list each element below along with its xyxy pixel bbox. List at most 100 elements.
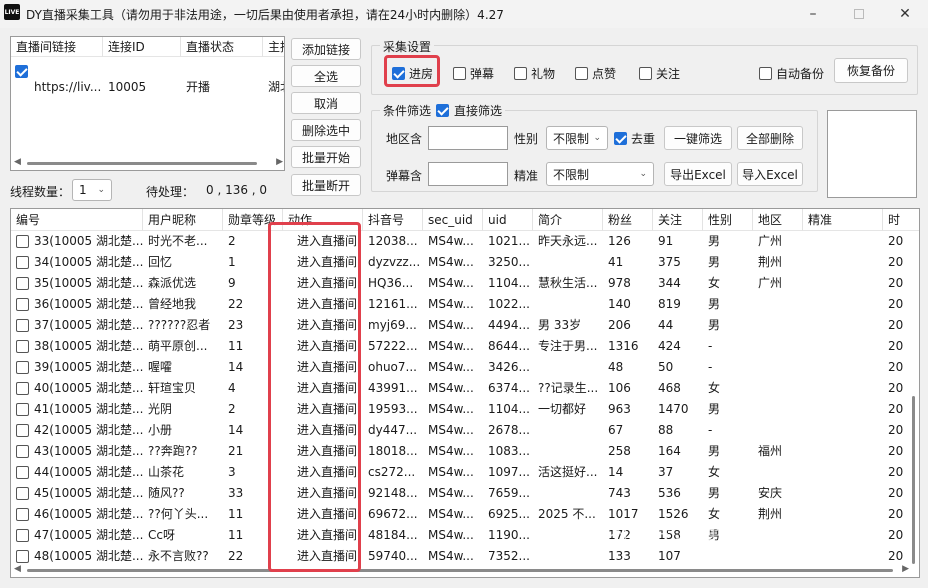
row-checkbox[interactable]: [16, 550, 29, 563]
col-header-link[interactable]: 直播间链接: [11, 37, 103, 57]
option-gift[interactable]: 礼物: [514, 65, 555, 82]
row-checkbox[interactable]: [16, 256, 29, 269]
restore-backup-button[interactable]: 恢复备份: [834, 58, 908, 83]
col-header-following[interactable]: 关注: [653, 209, 703, 231]
cell-fans: 206: [608, 318, 631, 332]
close-icon: ✕: [899, 6, 911, 22]
dedup-option[interactable]: 去重: [614, 130, 655, 147]
col-header-time[interactable]: 时: [883, 209, 919, 231]
gender-value: 不限制: [553, 131, 590, 146]
col-header-region[interactable]: 地区: [753, 209, 803, 231]
auto-backup-option[interactable]: 自动备份: [759, 65, 824, 82]
table-row[interactable]: 36(10005 湖北楚... 曾经地我 22 进入直播间 12161... MS4w..…: [11, 294, 919, 315]
table-row[interactable]: 43(10005 湖北楚... ??奔跑?? 21 进入直播间 18018... MS4w…: [11, 441, 919, 462]
cell-region: 荆州: [758, 255, 783, 269]
row-checkbox[interactable]: [16, 319, 29, 332]
cell-fans: 743: [608, 486, 631, 500]
row-checkbox[interactable]: [16, 298, 29, 311]
delete-all-button[interactable]: 全部删除: [737, 126, 803, 150]
delete-selected-button[interactable]: 删除选中: [291, 119, 361, 141]
row-checkbox[interactable]: [16, 424, 29, 437]
live-room-list[interactable]: 直播间链接 连接ID 直播状态 主播 https://liv... 10005 …: [10, 36, 285, 171]
collect-settings-title: 采集设置: [380, 38, 435, 55]
minimize-button[interactable]: –: [790, 0, 836, 28]
export-excel-button[interactable]: 导出Excel: [664, 162, 732, 186]
row-checkbox[interactable]: [16, 361, 29, 374]
h-scroll-thumb[interactable]: [27, 569, 893, 572]
col-header-douyin-id[interactable]: 抖音号: [363, 209, 423, 231]
v-scroll-thumb[interactable]: [912, 396, 915, 564]
dedup-label: 去重: [631, 132, 656, 146]
row-checkbox[interactable]: [16, 382, 29, 395]
row-checkbox[interactable]: [16, 529, 29, 542]
row-checkbox[interactable]: [16, 466, 29, 479]
cancel-button[interactable]: 取消: [291, 92, 361, 114]
col-header-nickname[interactable]: 用户昵称: [143, 209, 223, 231]
col-header-conn-id[interactable]: 连接ID: [103, 37, 181, 57]
cell-following: 468: [658, 381, 681, 395]
col-header-uid[interactable]: uid: [483, 209, 533, 231]
dedup-checkbox[interactable]: [614, 132, 627, 145]
row-checkbox[interactable]: [16, 445, 29, 458]
col-header-sec-uid[interactable]: sec_uid: [423, 209, 483, 231]
import-excel-button[interactable]: 导入Excel: [737, 162, 803, 186]
cell-uid: 1190...: [488, 528, 530, 542]
col-header-id[interactable]: 编号: [11, 209, 143, 231]
col-header-precise[interactable]: 精准: [803, 209, 883, 231]
table-row[interactable]: 37(10005 湖北楚... ??????忍者 23 进入直播间 myj69... MS…: [11, 315, 919, 336]
row-checkbox[interactable]: [15, 65, 28, 78]
danmu-checkbox[interactable]: [453, 67, 466, 80]
cell-sec-uid: MS4w...: [428, 297, 474, 311]
one-click-filter-button[interactable]: 一键筛选: [664, 126, 732, 150]
danmu-filter-input[interactable]: [428, 162, 508, 186]
table-row[interactable]: 45(10005 湖北楚... 随风?? 33 进入直播间 92148... MS4w..…: [11, 483, 919, 504]
row-checkbox[interactable]: [16, 340, 29, 353]
like-checkbox[interactable]: [575, 67, 588, 80]
batch-disconnect-button[interactable]: 批量断开: [291, 174, 361, 196]
batch-start-button[interactable]: 批量开始: [291, 146, 361, 168]
precise-select[interactable]: 不限制 ⌄: [546, 162, 654, 186]
gift-checkbox[interactable]: [514, 67, 527, 80]
cell-nickname: 曾经地我: [148, 297, 197, 311]
close-button[interactable]: ✕: [882, 0, 928, 28]
row-checkbox[interactable]: [16, 508, 29, 521]
col-header-host[interactable]: 主播: [263, 37, 284, 57]
row-checkbox[interactable]: [16, 487, 29, 500]
threads-select[interactable]: 1 ⌄: [72, 179, 112, 201]
scroll-thumb[interactable]: [27, 162, 257, 165]
table-row[interactable]: 41(10005 湖北楚... 光阴 2 进入直播间 19593... MS4w... 11…: [11, 399, 919, 420]
direct-filter-checkbox[interactable]: [436, 104, 450, 117]
col-header-fans[interactable]: 粉丝: [603, 209, 653, 231]
maximize-button[interactable]: [836, 0, 882, 28]
danmu-label: 弹幕: [470, 67, 495, 81]
row-checkbox[interactable]: [16, 277, 29, 290]
gender-select[interactable]: 不限制 ⌄: [546, 126, 608, 150]
table-row[interactable]: 38(10005 湖北楚... 萌平原创... 11 进入直播间 57222... MS4…: [11, 336, 919, 357]
grid-h-scrollbar[interactable]: ◀ ▶: [11, 563, 919, 577]
auto-backup-checkbox[interactable]: [759, 67, 772, 80]
cell-fans: 14: [608, 465, 624, 479]
table-row[interactable]: 42(10005 湖北楚... 小册 14 进入直播间 dy447... MS4w... 2…: [11, 420, 919, 441]
table-row[interactable]: 34(10005 湖北楚... 回忆 1 进入直播间 dyzvzz... MS4w... 3…: [11, 252, 919, 273]
region-input[interactable]: [428, 126, 508, 150]
option-follow[interactable]: 关注: [639, 65, 680, 82]
list-h-scrollbar[interactable]: ◀ ▶: [11, 156, 284, 170]
option-danmu[interactable]: 弹幕: [453, 65, 494, 82]
table-row[interactable]: 44(10005 湖北楚... 山茶花 3 进入直播间 cs272... MS4w... 1…: [11, 462, 919, 483]
col-header-bio[interactable]: 简介: [533, 209, 603, 231]
table-row[interactable]: 39(10005 湖北楚... 喔嚯 14 进入直播间 ohuo7... MS4w... 3…: [11, 357, 919, 378]
option-like[interactable]: 点赞: [575, 65, 616, 82]
follow-checkbox[interactable]: [639, 67, 652, 80]
table-row[interactable]: 33(10005 湖北楚... 时光不老... 2 进入直播间 12038... MS4w…: [11, 231, 919, 252]
row-checkbox[interactable]: [16, 403, 29, 416]
add-link-button[interactable]: 添加链接: [291, 38, 361, 60]
col-header-live-status[interactable]: 直播状态: [181, 37, 263, 57]
table-row[interactable]: 40(10005 湖北楚... 轩瑄宝贝 4 进入直播间 43991... MS4w...…: [11, 378, 919, 399]
table-row[interactable]: 35(10005 湖北楚... 森派优选 9 进入直播间 HQ36... MS4w... 1…: [11, 273, 919, 294]
grid-v-scrollbar[interactable]: [909, 231, 919, 564]
select-all-button[interactable]: 全选: [291, 65, 361, 87]
cell-precise: [803, 504, 883, 525]
row-checkbox[interactable]: [16, 235, 29, 248]
live-room-row[interactable]: https://liv... 10005 开播 湖北: [11, 61, 284, 94]
col-header-gender[interactable]: 性别: [703, 209, 753, 231]
